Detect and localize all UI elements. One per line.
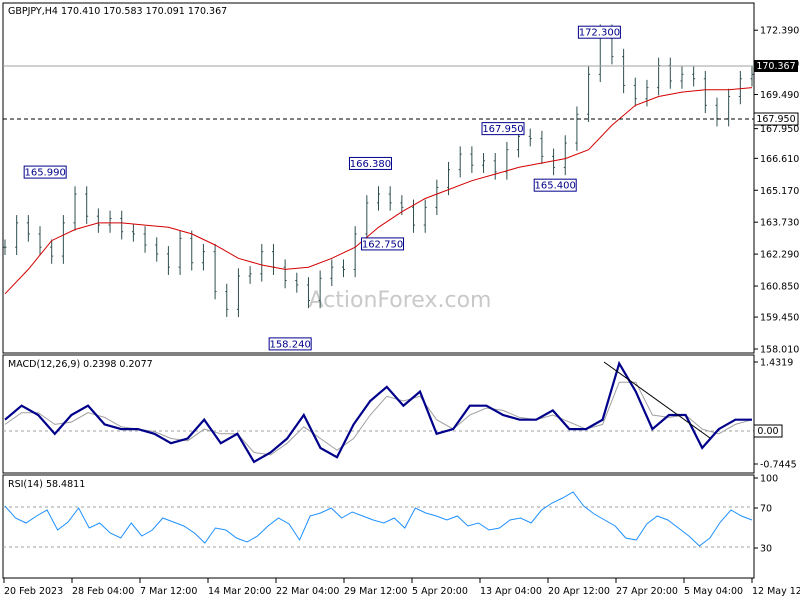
x-tick-label: 5 Apr 20:00 [412,586,468,597]
macd-y-tick-label: -0.7445 [760,460,797,471]
annotation-label: 165.990 [24,168,65,179]
x-tick-label: 13 Apr 04:00 [480,586,542,597]
x-tick-label: 28 Feb 04:00 [72,586,134,597]
annotation-label: 162.750 [362,239,403,250]
watermark: ActionForex.com [309,288,492,313]
price-annotation: 166.380 [348,156,392,170]
rsi-y-tick-label: 30 [760,544,772,555]
price-annotation: 162.750 [361,237,405,251]
price-y-tick-label: 167.950 [760,124,799,135]
x-tick-label: 5 May 04:00 [684,586,743,597]
macd-zero-label: 0.00 [757,426,778,437]
macd-panel: 1.43190.00-0.7445 0.00 MACD(12,26,9) 0.2… [2,354,797,474]
price-panel: ActionForex.com 172.390170.890169.490167… [2,2,799,356]
price-y-tick-label: 160.850 [760,282,799,293]
annotation-label: 165.400 [535,181,576,192]
macd-header: MACD(12,26,9) 0.2398 0.2077 [8,359,153,370]
x-axis: 20 Feb 2023 28 Feb 04:00 7 Mar 12:00 14 Mar… [3,578,800,597]
horizontal-level-label: 167.950 [756,114,795,125]
price-y-tick-label: 159.450 [760,313,799,324]
x-tick-label: 14 Mar 20:00 [208,586,271,597]
annotation-label: 172.300 [579,28,620,39]
x-tick-label: 7 Mar 12:00 [140,586,197,597]
price-annotation: 165.400 [533,178,577,192]
x-tick-label: 27 Apr 20:00 [616,586,678,597]
rsi-y-tick-label: 100 [760,474,778,485]
price-annotation: 167.950 [481,122,525,135]
macd-y-tick-label: 1.4319 [760,358,793,369]
price-y-tick-label: 172.390 [760,26,799,37]
macd-panel-frame [2,354,755,474]
x-tick-label: 12 May 12:00 [752,586,800,597]
annotation-label: 166.380 [350,159,391,170]
price-annotation: 172.300 [577,25,621,39]
price-y-tick-label: 158.010 [760,345,799,356]
rsi-y-tick-label: 70 [760,504,772,515]
price-header: GBPJPY,H4 170.410 170.583 170.091 170.36… [8,6,227,17]
price-y-tick-label: 169.490 [760,90,799,101]
price-y-tick-label: 162.290 [760,250,799,261]
price-y-tick-label: 163.730 [760,218,799,229]
price-y-tick-label: 166.610 [760,154,799,165]
annotation-label: 158.240 [269,339,310,350]
chart-canvas: ActionForex.com 172.390170.890169.490167… [2,2,800,597]
rsi-header: RSI(14) 58.4811 [8,479,85,490]
x-tick-label: 20 Feb 2023 [4,586,63,597]
price-annotation: 158.240 [268,337,312,351]
x-tick-label: 22 Mar 04:00 [276,586,339,597]
current-price-label: 170.367 [756,61,795,72]
x-tick-label: 29 Mar 12:00 [344,586,407,597]
rsi-panel: 100 70 30 RSI(14) 58.4811 [2,474,778,579]
x-tick-label: 20 Apr 12:00 [548,586,610,597]
rsi-panel-frame [2,474,755,579]
price-y-tick-label: 165.170 [760,186,799,197]
annotation-label: 167.950 [482,124,523,135]
price-annotation: 165.990 [23,165,67,179]
